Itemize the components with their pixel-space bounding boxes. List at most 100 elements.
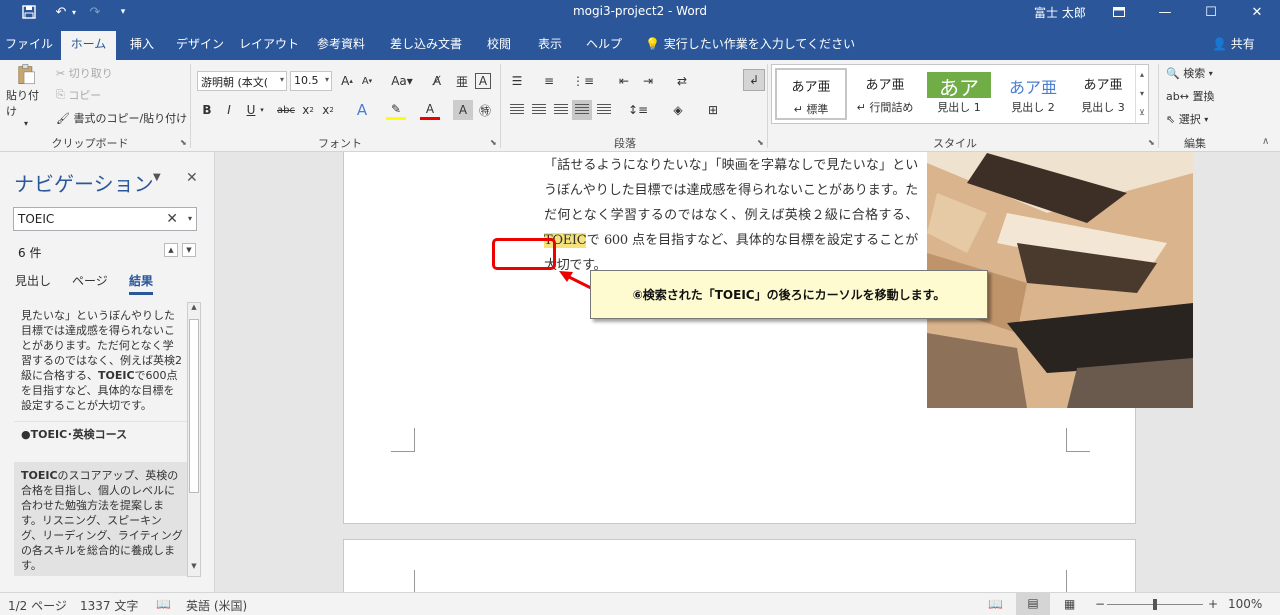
results-scrollbar[interactable]: ▲ ▼ <box>187 302 201 577</box>
italic-icon[interactable]: I <box>219 100 239 120</box>
find-button[interactable]: 🔍 検索 ▾ <box>1166 65 1213 81</box>
style-heading-2[interactable]: あア亜 見出し 2 <box>997 68 1069 120</box>
collapse-ribbon-icon[interactable]: ∧ <box>1262 136 1269 147</box>
print-layout-icon[interactable]: ▤ <box>1016 593 1050 615</box>
align-center-icon[interactable] <box>529 100 549 120</box>
clear-formatting-icon[interactable]: A̸ <box>427 71 447 91</box>
styles-launcher-icon[interactable]: ⬊ <box>1148 138 1155 147</box>
shrink-font-icon[interactable]: A ▾ <box>357 71 377 91</box>
style-no-spacing[interactable]: あア亜 ↵ 行間詰め <box>849 68 921 120</box>
previous-result-icon[interactable]: ▲ <box>164 243 178 257</box>
paste-dropdown-icon[interactable]: ▾ <box>24 119 28 128</box>
share-button[interactable]: 👤 共有 <box>1212 35 1255 52</box>
scroll-down-icon[interactable]: ▼ <box>188 562 200 576</box>
select-button[interactable]: ⇖ 選択 ▾ <box>1166 111 1208 127</box>
body-paragraph[interactable]: 「話せるようになりたいな」「映画を字幕なしで見たいな」というぼんやりした目標では… <box>544 153 918 278</box>
close-pane-icon[interactable]: ✕ <box>186 170 198 186</box>
scroll-up-icon[interactable]: ▲ <box>188 303 200 317</box>
language-indicator[interactable]: 英語 (米国) <box>186 597 247 614</box>
search-result-item[interactable]: ●TOEIC･英検コース <box>14 422 188 463</box>
align-right-icon[interactable] <box>551 100 571 120</box>
change-case-icon[interactable]: Aa▾ <box>389 71 415 91</box>
tell-me-box[interactable]: 💡 実行したい作業を入力してください <box>645 35 855 52</box>
strikethrough-icon[interactable]: abc <box>276 100 296 120</box>
style-heading-3[interactable]: あア亜 見出し 3 <box>1067 68 1139 120</box>
zoom-level[interactable]: 100% <box>1228 597 1262 611</box>
nav-tab-pages[interactable]: ページ <box>72 272 108 289</box>
tab-view[interactable]: 表示 <box>530 31 570 60</box>
asian-layout-icon[interactable]: ⇄ <box>672 71 692 91</box>
scroll-up-icon[interactable]: ▴ <box>1136 65 1148 84</box>
copy-button[interactable]: ⎘ コピー <box>56 87 101 103</box>
increase-indent-icon[interactable]: ⇥ <box>638 71 658 91</box>
clipboard-launcher-icon[interactable]: ⬊ <box>180 138 187 147</box>
document-page[interactable] <box>343 539 1136 592</box>
tab-layout[interactable]: レイアウト <box>238 31 300 60</box>
read-mode-icon[interactable]: 📖 <box>988 597 1003 611</box>
document-page[interactable]: 「話せるようになりたいな」「映画を字幕なしで見たいな」というぼんやりした目標では… <box>343 152 1193 524</box>
ribbon-display-options-icon[interactable] <box>1096 0 1142 24</box>
zoom-in-icon[interactable]: + <box>1208 597 1218 611</box>
pane-options-icon[interactable]: ▼ <box>153 172 161 183</box>
justify-icon[interactable] <box>572 100 592 120</box>
tab-mailings[interactable]: 差し込み文書 <box>384 31 468 60</box>
font-name-combo[interactable]: 游明朝 (本文(▾ <box>197 71 287 91</box>
underline-dropdown-icon[interactable]: ▾ <box>257 100 267 120</box>
proofing-icon[interactable]: 📖 <box>156 597 171 611</box>
search-result-item[interactable]: TOEICのスコアアップ、英検の合格を目指し、個人のレベルに合わせた勉強方法を提… <box>14 463 188 576</box>
font-launcher-icon[interactable]: ⬊ <box>490 138 497 147</box>
character-shading-icon[interactable]: A <box>453 100 473 120</box>
word-count[interactable]: 1337 文字 <box>80 597 138 614</box>
search-options-icon[interactable]: ▾ <box>188 214 192 223</box>
more-styles-icon[interactable]: ⊻ <box>1136 103 1148 122</box>
font-size-combo[interactable]: 10.5 ▾ <box>290 71 332 91</box>
page-count[interactable]: 1/2 ページ <box>8 597 67 614</box>
scroll-thumb[interactable] <box>189 319 199 493</box>
minimize-icon[interactable]: — <box>1142 0 1188 24</box>
shading-icon[interactable]: ◈ <box>668 100 688 120</box>
borders-icon[interactable]: ⊞ <box>703 100 723 120</box>
tab-insert[interactable]: 挿入 <box>122 31 162 60</box>
tab-references[interactable]: 参考資料 <box>310 31 372 60</box>
close-icon[interactable]: ✕ <box>1234 0 1280 24</box>
styles-scroll[interactable]: ▴ ▾ ⊻ <box>1135 65 1148 123</box>
tab-review[interactable]: 校閲 <box>480 31 518 60</box>
nav-tab-headings[interactable]: 見出し <box>15 272 51 289</box>
superscript-icon[interactable]: x2 <box>318 100 338 120</box>
numbering-icon[interactable]: ≡ <box>539 71 559 91</box>
user-name[interactable]: 富士 太郎 <box>1034 4 1086 21</box>
tab-file[interactable]: ファイル <box>2 31 56 60</box>
character-border-icon[interactable]: A <box>475 73 491 89</box>
tab-home[interactable]: ホーム <box>61 31 116 60</box>
enclose-characters-icon[interactable]: ㊕ <box>475 100 495 120</box>
cut-button[interactable]: ✂ 切り取り <box>56 65 113 81</box>
tab-help[interactable]: ヘルプ <box>582 31 626 60</box>
highlight-color-icon[interactable]: ✎ <box>386 100 406 120</box>
align-left-icon[interactable] <box>507 100 527 120</box>
paragraph-launcher-icon[interactable]: ⬊ <box>757 138 764 147</box>
maximize-icon[interactable]: ☐ <box>1188 0 1234 24</box>
subscript-icon[interactable]: x2 <box>298 100 318 120</box>
phonetic-guide-icon[interactable]: 亜 <box>452 71 472 91</box>
show-formatting-marks-icon[interactable]: ↲ <box>743 69 765 91</box>
paste-button[interactable]: 貼り付け ▾ <box>6 64 46 128</box>
grow-font-icon[interactable]: A ▴ <box>337 71 357 91</box>
decrease-indent-icon[interactable]: ⇤ <box>614 71 634 91</box>
zoom-slider-knob[interactable] <box>1153 599 1157 610</box>
line-spacing-icon[interactable]: ↕≡ <box>628 100 648 120</box>
zoom-out-icon[interactable]: − <box>1095 597 1105 611</box>
search-result-item[interactable]: 見たいな」というぼんやりした目標では達成感を得られないことがあります。ただ何とな… <box>14 303 188 422</box>
next-result-icon[interactable]: ▼ <box>182 243 196 257</box>
bold-icon[interactable]: B <box>197 100 217 120</box>
nav-tab-results[interactable]: 結果 <box>129 272 154 295</box>
distributed-icon[interactable] <box>594 100 614 120</box>
text-effects-icon[interactable]: A <box>352 100 372 120</box>
tab-design[interactable]: デザイン <box>172 31 228 60</box>
font-color-icon[interactable]: A <box>420 100 440 120</box>
clear-search-icon[interactable]: ✕ <box>166 211 178 227</box>
style-heading-1[interactable]: あア 見出し 1 <box>923 68 995 120</box>
format-painter-button[interactable]: 🖌 書式のコピー/貼り付け <box>56 110 187 126</box>
scroll-down-icon[interactable]: ▾ <box>1136 84 1148 103</box>
multilevel-list-icon[interactable]: ⋮≡ <box>572 71 594 91</box>
zoom-slider[interactable] <box>1107 599 1203 610</box>
